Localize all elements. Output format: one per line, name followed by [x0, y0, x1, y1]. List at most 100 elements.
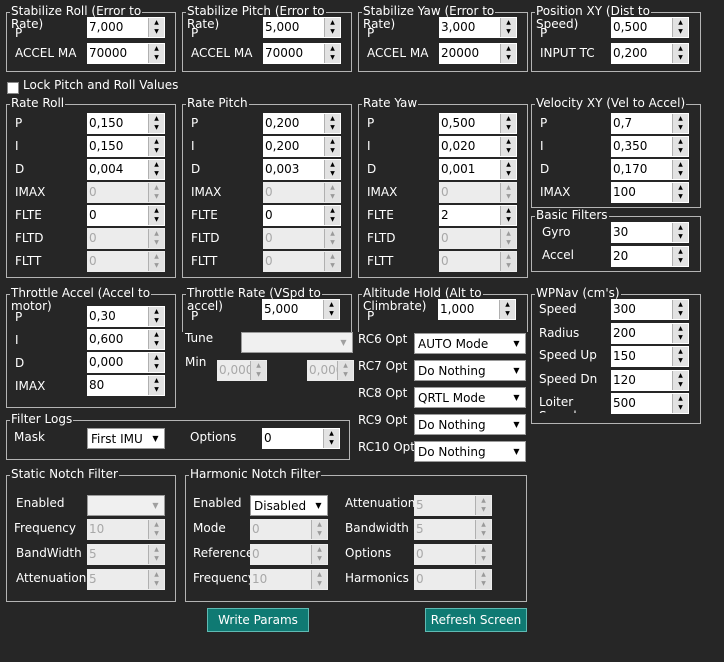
wpnav-speed-up-label: Speed Up — [539, 348, 597, 362]
chevron-down-icon: ▼ — [513, 339, 520, 348]
wpnav-radius-label: Radius — [539, 326, 580, 340]
filter-logs-mask-label: Mask — [14, 430, 45, 444]
rate-yaw-i-input[interactable]: 0,020 ▲ ▼ — [439, 136, 517, 157]
velocity-xy-i-label: I — [540, 139, 544, 153]
throttle-accel-d-input[interactable]: 0,000 ▲ ▼ — [87, 352, 165, 373]
lock-pitch-roll-checkbox[interactable] — [7, 82, 19, 94]
position-xy-p-label: P — [540, 26, 548, 40]
wpnav-speed-up-input[interactable]: 150 ▲ ▼ — [611, 346, 689, 367]
rc8-opt-select[interactable]: QRTL Mode ▼ — [414, 387, 526, 408]
stabilize-yaw-p-input[interactable]: 3,000 ▲ ▼ — [439, 17, 517, 38]
rate-pitch-flte-input[interactable]: 0 ▲ ▼ — [263, 205, 341, 226]
tune-select[interactable]: ▼ — [241, 332, 353, 353]
harmonic-notch-opt-input: 0 ▲ ▼ — [414, 544, 492, 565]
throttle-accel-p-input[interactable]: 0,30 ▲ ▼ — [87, 306, 165, 327]
rate-pitch-d-label: D — [191, 162, 201, 176]
rc10-opt-select[interactable]: Do Nothing ▼ — [414, 441, 526, 462]
throttle-accel-p-label: P — [15, 310, 23, 324]
stabilize-roll-p-input[interactable]: 7,000 ▲ ▼ — [87, 17, 165, 38]
rate-roll-i-input[interactable]: 0,150 ▲ ▼ — [87, 136, 165, 157]
harmonic-notch-bw-input: 5 ▲ ▼ — [414, 519, 492, 540]
altitude-hold-p-label: P — [367, 309, 375, 323]
throttle-accel-group: Throttle Accel (Accel to motor) P 0,30 ▲ ▼… — [6, 287, 176, 408]
rate-roll-p-input[interactable]: 0,150 ▲ ▼ — [87, 113, 165, 134]
position-xy-group: Position XY (Dist to Speed) P 0,500 ▲ ▼ IN… — [531, 5, 701, 72]
rate-pitch-fltd-label: FLTD — [191, 231, 220, 245]
static-notch-att-label: Attenuation — [16, 571, 87, 585]
rate-yaw-imax-label: IMAX — [367, 185, 398, 199]
velocity-xy-p-label: P — [540, 116, 548, 130]
throttle-accel-d-label: D — [15, 356, 25, 370]
refresh-screen-button[interactable]: Refresh Screen — [425, 608, 527, 632]
tune-min-label: Min — [185, 355, 207, 369]
stabilize-roll-accel-input[interactable]: 70000 ▲ ▼ — [87, 43, 165, 64]
filter-logs-mask-select[interactable]: First IMU ▼ — [87, 428, 165, 449]
rate-roll-i-label: I — [15, 139, 19, 153]
velocity-xy-imax-label: IMAX — [540, 185, 571, 199]
velocity-xy-p-input[interactable]: 0,7 ▲ ▼ — [611, 113, 689, 134]
throttle-rate-p-input[interactable]: 5,000 ▲ ▼ — [262, 299, 340, 320]
filter-logs-options-input[interactable]: 0 ▲ ▼ — [262, 428, 340, 449]
rc8-opt-label: RC8 Opt — [358, 386, 408, 400]
rate-yaw-p-label: P — [367, 116, 375, 130]
basic-filters-gyro-input[interactable]: 30 ▲ ▼ — [611, 222, 689, 243]
filter-logs-group: Filter Logs Mask First IMU ▼ Options 0 ▲ ▼ — [6, 413, 350, 460]
wpnav-speed-dn-input[interactable]: 120 ▲ ▼ — [611, 370, 689, 391]
filter-logs-options-label: Options — [190, 430, 237, 444]
basic-filters-title: Basic Filters — [535, 209, 609, 222]
rate-roll-flte-label: FLTE — [15, 208, 42, 222]
velocity-xy-imax-input[interactable]: 100 ▲ ▼ — [611, 182, 689, 203]
rc7-opt-select[interactable]: Do Nothing ▼ — [414, 360, 526, 381]
wpnav-loiter-input[interactable]: 500 ▲ ▼ — [611, 393, 689, 414]
harmonic-notch-enabled-select[interactable]: Disabled ▼ — [250, 495, 328, 516]
stabilize-yaw-p-label: P — [367, 26, 375, 40]
stabilize-yaw-accel-input[interactable]: 20000 ▲ ▼ — [439, 43, 517, 64]
position-xy-tc-input[interactable]: 0,200 ▲ ▼ — [611, 43, 689, 64]
rc9-opt-select[interactable]: Do Nothing ▼ — [414, 414, 526, 435]
rate-pitch-d-input[interactable]: 0,003 ▲ ▼ — [263, 159, 341, 180]
altitude-hold-p-input[interactable]: 1,000 ▲ ▼ — [438, 299, 516, 320]
rate-pitch-p-input[interactable]: 0,200 ▲ ▼ — [263, 113, 341, 134]
throttle-accel-i-input[interactable]: 0,600 ▲ ▼ — [87, 329, 165, 350]
velocity-xy-i-input[interactable]: 0,350 ▲ ▼ — [611, 136, 689, 157]
rate-yaw-p-input[interactable]: 0,500 ▲ ▼ — [439, 113, 517, 134]
rate-yaw-d-input[interactable]: 0,001 ▲ ▼ — [439, 159, 517, 180]
wpnav-speed-input[interactable]: 300 ▲ ▼ — [611, 299, 689, 320]
static-notch-freq-input: 10 ▲ ▼ — [87, 519, 165, 540]
throttle-accel-imax-input[interactable]: 80 ▲ ▼ — [87, 375, 165, 396]
rate-yaw-fltt-input: 0 ▲ ▼ — [439, 251, 517, 272]
harmonic-notch-freq-label: Frequency — [193, 571, 255, 585]
rc6-opt-select[interactable]: AUTO Mode ▼ — [414, 333, 526, 354]
position-xy-p-input[interactable]: 0,500 ▲ ▼ — [611, 17, 689, 38]
harmonic-notch-att-input: 5 ▲ ▼ — [414, 495, 492, 516]
stabilize-pitch-accel-input[interactable]: 70000 ▲ ▼ — [263, 43, 341, 64]
rate-roll-d-input[interactable]: 0,004 ▲ ▼ — [87, 159, 165, 180]
rate-yaw-fltd-input: 0 ▲ ▼ — [439, 228, 517, 249]
spin-down-icon: ▼ — [154, 28, 159, 35]
static-notch-bw-input: 5 ▲ ▼ — [87, 544, 165, 565]
position-xy-tc-label: INPUT TC — [540, 46, 595, 60]
velocity-xy-d-input[interactable]: 0,170 ▲ ▼ — [611, 159, 689, 180]
rate-roll-flte-input[interactable]: 0 ▲ ▼ — [87, 205, 165, 226]
rate-pitch-title: Rate Pitch — [186, 97, 249, 110]
stabilize-pitch-p-input[interactable]: 5,000 ▲ ▼ — [263, 17, 341, 38]
rate-yaw-flte-label: FLTE — [367, 208, 394, 222]
harmonic-notch-freq-input: 10 ▲ ▼ — [250, 569, 328, 590]
static-notch-freq-label: Frequency — [14, 521, 76, 535]
rate-pitch-fltd-input: 0 ▲ ▼ — [263, 228, 341, 249]
rate-yaw-flte-input[interactable]: 2 ▲ ▼ — [439, 205, 517, 226]
stabilize-yaw-group: Stabilize Yaw (Error to Rate) P 3,000 ▲ ▼ … — [358, 5, 528, 72]
rate-yaw-i-label: I — [367, 139, 371, 153]
spin-up-icon: ▲ — [154, 19, 159, 26]
stabilize-yaw-accel-label: ACCEL MA — [367, 46, 429, 60]
harmonic-notch-harm-input: 0 ▲ ▼ — [414, 569, 492, 590]
wpnav-radius-input[interactable]: 200 ▲ ▼ — [611, 323, 689, 344]
static-notch-group: Static Notch Filter Enabled ▼ Frequency … — [6, 468, 176, 602]
basic-filters-accel-input[interactable]: 20 ▲ ▼ — [611, 246, 689, 267]
rate-roll-fltt-label: FLTT — [15, 254, 42, 268]
static-notch-att-input: 5 ▲ ▼ — [87, 569, 165, 590]
write-params-button[interactable]: Write Params — [207, 608, 309, 632]
rate-roll-fltd-label: FLTD — [15, 231, 44, 245]
rate-pitch-i-input[interactable]: 0,200 ▲ ▼ — [263, 136, 341, 157]
rate-pitch-group: Rate Pitch P 0,200 ▲ ▼ I 0,200 ▲ ▼ D 0,003 ▲ ▼… — [182, 97, 352, 278]
